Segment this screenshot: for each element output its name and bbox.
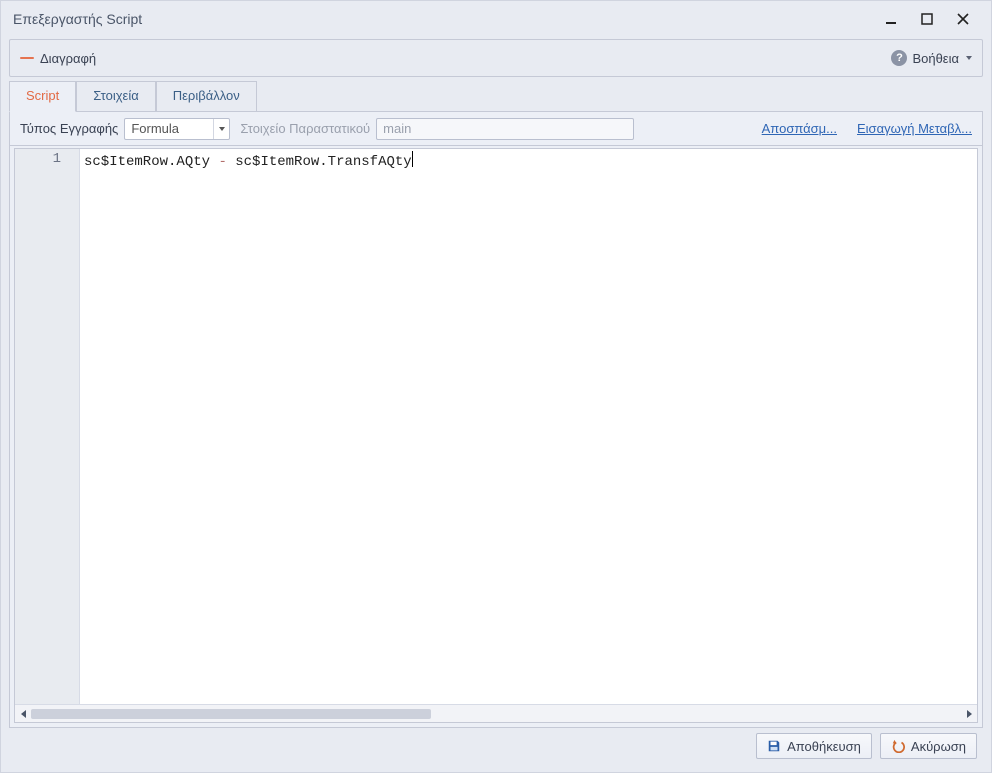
- help-icon: ?: [891, 50, 907, 66]
- close-button[interactable]: [945, 5, 981, 33]
- record-type-select[interactable]: [124, 118, 230, 140]
- window-title: Επεξεργαστής Script: [13, 11, 873, 27]
- form-toolbar: Τύπος Εγγραφής Στοιχείο Παραστατικού Απο…: [10, 112, 982, 146]
- tab-label: Στοιχεία: [93, 88, 139, 103]
- tab-label: Περιβάλλον: [173, 88, 240, 103]
- code-token: sc$ItemRow: [235, 154, 319, 170]
- code-token: sc$ItemRow: [84, 154, 168, 170]
- tabs: Script Στοιχεία Περιβάλλον: [9, 81, 983, 111]
- tab-script[interactable]: Script: [9, 81, 76, 112]
- delete-button[interactable]: Διαγραφή: [20, 51, 96, 66]
- undo-icon: [891, 739, 905, 753]
- line-number: 1: [15, 151, 61, 167]
- chevron-left-icon: [21, 710, 26, 718]
- scroll-left-button[interactable]: [15, 706, 31, 722]
- minimize-icon: [885, 13, 897, 25]
- code-token: AQty: [176, 154, 210, 170]
- save-button[interactable]: Αποθήκευση: [756, 733, 872, 759]
- code-area[interactable]: sc$ItemRow.AQty - sc$ItemRow.TransfAQty: [80, 149, 977, 704]
- save-icon: [767, 739, 781, 753]
- code-editor[interactable]: 1 sc$ItemRow.AQty - sc$ItemRow.TransfAQt…: [15, 149, 977, 704]
- help-button-label: Βοήθεια: [912, 51, 959, 66]
- tab-label: Script: [26, 88, 59, 103]
- close-icon: [957, 13, 969, 25]
- text-caret: [412, 151, 413, 167]
- maximize-button[interactable]: [909, 5, 945, 33]
- record-type-label: Τύπος Εγγραφής: [20, 121, 118, 136]
- chevron-down-icon: [219, 127, 225, 131]
- minus-icon: [20, 57, 34, 59]
- script-editor-window: Επεξεργαστής Script Διαγραφή ? Βοήθεια S…: [0, 0, 992, 773]
- code-operator: -: [218, 154, 226, 170]
- titlebar: Επεξεργαστής Script: [1, 1, 991, 37]
- line-gutter: 1: [15, 149, 80, 704]
- editor-panel: Script Στοιχεία Περιβάλλον Τύπος Εγγραφή…: [9, 81, 983, 764]
- record-type-value[interactable]: [125, 119, 213, 139]
- footer-bar: Αποθήκευση Ακύρωση: [9, 728, 983, 764]
- scroll-thumb[interactable]: [31, 709, 431, 719]
- tab-elements[interactable]: Στοιχεία: [76, 81, 156, 111]
- code-token: [227, 154, 235, 170]
- minimize-button[interactable]: [873, 5, 909, 33]
- delete-button-label: Διαγραφή: [40, 51, 96, 66]
- code-token: TransfAQty: [328, 154, 412, 170]
- tab-body: Τύπος Εγγραφής Στοιχείο Παραστατικού Απο…: [9, 111, 983, 728]
- chevron-right-icon: [967, 710, 972, 718]
- code-editor-frame: 1 sc$ItemRow.AQty - sc$ItemRow.TransfAQt…: [14, 148, 978, 723]
- save-button-label: Αποθήκευση: [787, 739, 861, 754]
- code-token: .: [319, 154, 327, 170]
- snippet-link[interactable]: Αποσπάσμ...: [762, 121, 837, 136]
- insert-variable-link[interactable]: Εισαγωγή Μεταβλ...: [857, 121, 972, 136]
- doc-item-field: [376, 118, 634, 140]
- main-toolbar: Διαγραφή ? Βοήθεια: [9, 39, 983, 77]
- horizontal-scrollbar[interactable]: [15, 704, 977, 722]
- cancel-button[interactable]: Ακύρωση: [880, 733, 977, 759]
- record-type-dropdown-button[interactable]: [213, 119, 229, 139]
- help-button[interactable]: ? Βοήθεια: [891, 50, 972, 66]
- chevron-down-icon: [966, 56, 972, 60]
- tab-environment[interactable]: Περιβάλλον: [156, 81, 257, 111]
- doc-item-label: Στοιχείο Παραστατικού: [240, 121, 370, 136]
- maximize-icon: [921, 13, 933, 25]
- cancel-button-label: Ακύρωση: [911, 739, 966, 754]
- scroll-right-button[interactable]: [961, 706, 977, 722]
- scroll-track[interactable]: [31, 709, 961, 719]
